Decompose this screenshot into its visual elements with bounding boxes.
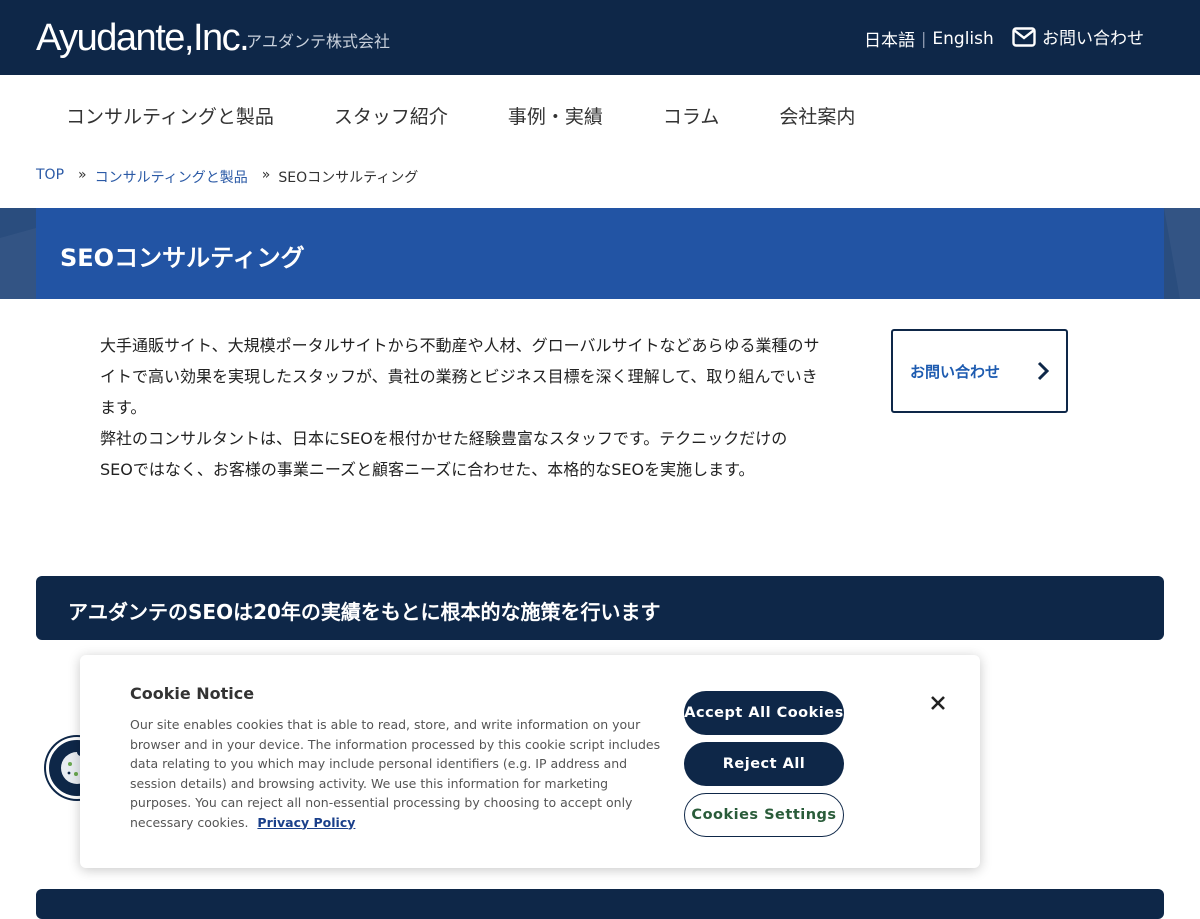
section-heading-bar: アユダンテのSEOは20年の実績をもとに根本的な施策を行います [36, 576, 1164, 640]
lang-separator: | [921, 29, 927, 48]
intro-paragraph-1: 大手通販サイト、大規模ポータルサイトから不動産や人材、グローバルサイトなどあらゆ… [100, 336, 820, 417]
cookie-notice-text: Our site enables cookies that is able to… [130, 717, 661, 830]
header-contact-label: お問い合わせ [1042, 29, 1144, 49]
lang-japanese-link[interactable]: 日本語 [864, 26, 915, 51]
header-contact-link[interactable]: お問い合わせ [1012, 24, 1144, 49]
privacy-policy-link[interactable]: Privacy Policy [257, 815, 355, 830]
breadcrumb-separator: » [261, 167, 271, 183]
cookie-notice-title: Cookie Notice [130, 684, 255, 703]
reject-all-button[interactable]: Reject All [684, 742, 844, 786]
site-header: Ayudante,Inc. アユダンテ株式会社 日本語 | English お問… [0, 0, 1200, 75]
mail-icon [1012, 26, 1036, 47]
language-switcher: 日本語 | English [864, 26, 994, 52]
intro-paragraph-2: 弊社のコンサルタントは、日本にSEOを根付かせた経験豊富なスタッフです。テクニッ… [100, 429, 788, 479]
cookies-settings-button[interactable]: Cookies Settings [684, 793, 844, 837]
next-section-bar [36, 889, 1164, 919]
nav-item-consulting[interactable]: コンサルティングと製品 [66, 102, 274, 129]
cookie-notice-dialog: Cookie Notice Our site enables cookies t… [80, 655, 980, 868]
page-title-band: SEOコンサルティング [36, 208, 1164, 299]
section-heading: アユダンテのSEOは20年の実績をもとに根本的な施策を行います [68, 600, 661, 624]
chevron-right-icon [1037, 361, 1050, 381]
page-title: SEOコンサルティング [60, 244, 305, 272]
breadcrumb: TOP » コンサルティングと製品 » SEOコンサルティング [36, 167, 418, 187]
company-logo[interactable]: Ayudante,Inc. [36, 16, 250, 60]
company-name-japanese: アユダンテ株式会社 [246, 32, 391, 51]
nav-item-company[interactable]: 会社案内 [779, 102, 855, 129]
intro-text: 大手通販サイト、大規模ポータルサイトから不動産や人材、グローバルサイトなどあらゆ… [100, 330, 820, 485]
close-icon[interactable] [928, 693, 948, 713]
contact-button-label: お問い合わせ [910, 362, 1001, 381]
main-nav: コンサルティングと製品 スタッフ紹介 事例・実績 コラム 会社案内 [36, 75, 885, 155]
nav-item-staff[interactable]: スタッフ紹介 [334, 102, 448, 129]
breadcrumb-parent-link[interactable]: コンサルティングと製品 [95, 167, 248, 187]
nav-item-column[interactable]: コラム [663, 102, 719, 129]
lang-english-link[interactable]: English [932, 29, 993, 49]
accept-all-cookies-button[interactable]: Accept All Cookies [684, 691, 844, 735]
cookie-notice-body: Our site enables cookies that is able to… [130, 715, 662, 832]
nav-item-cases[interactable]: 事例・実績 [508, 102, 603, 129]
contact-button[interactable]: お問い合わせ [891, 329, 1068, 413]
breadcrumb-current: SEOコンサルティング [278, 170, 419, 186]
breadcrumb-separator: » [78, 167, 87, 183]
breadcrumb-top-link[interactable]: TOP [36, 167, 64, 187]
